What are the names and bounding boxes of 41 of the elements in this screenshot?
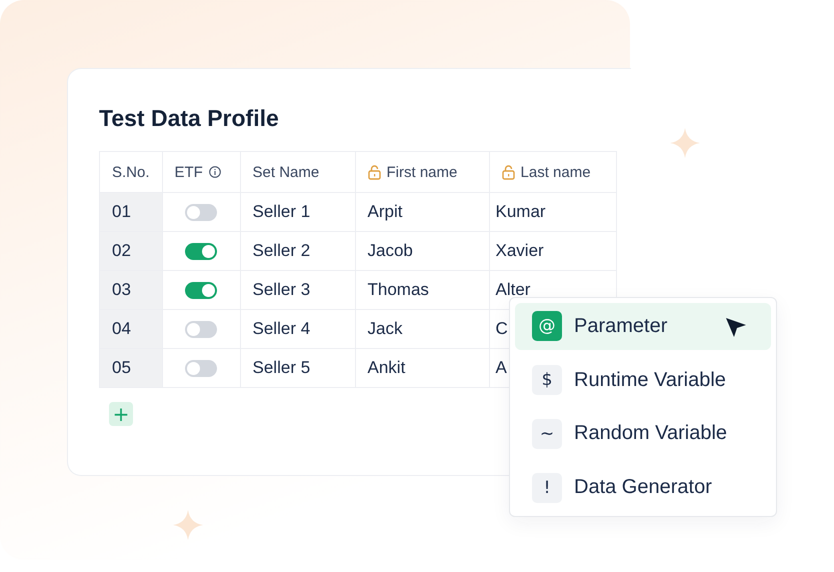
info-icon[interactable] — [208, 166, 221, 178]
row-number: 04 — [100, 310, 162, 348]
column-header: Set Name — [252, 164, 320, 180]
toggle-switch[interactable] — [184, 360, 217, 376]
row-number: 02 — [100, 232, 162, 270]
table-cell: Arpit — [355, 192, 490, 232]
menu-item[interactable]: ~ Random Variable — [515, 410, 771, 458]
column-header: Last name — [520, 164, 591, 180]
symbol-icon: @ — [532, 311, 562, 342]
cursor-icon — [725, 316, 747, 338]
menu-item[interactable]: @ Parameter — [515, 303, 771, 350]
symbol-icon: ~ — [532, 418, 562, 449]
table-cell: Seller 5 — [240, 348, 356, 388]
column-header: ETF — [174, 164, 203, 180]
row-number: 05 — [100, 348, 162, 388]
menu-item[interactable]: ! Data Generator — [515, 464, 771, 511]
toggle-switch[interactable] — [184, 242, 217, 260]
table-cell: Kumar — [489, 192, 616, 232]
table-cell: Jack — [355, 310, 490, 348]
toggle-switch[interactable] — [184, 282, 217, 298]
table-cell: Jacob — [355, 232, 490, 270]
column-header: First name — [386, 164, 458, 180]
table-cell: Seller 2 — [240, 232, 356, 270]
page-title: Test Data Profile — [99, 104, 280, 133]
row-number: 03 — [100, 270, 162, 310]
column-header: S.No. — [112, 164, 150, 180]
table-cell: Thomas — [355, 270, 490, 310]
row-number: 01 — [100, 192, 162, 232]
lock-icon — [368, 164, 381, 180]
table-cell: Xavier — [489, 232, 616, 270]
table-cell: Seller 4 — [240, 310, 356, 348]
lock-icon — [502, 164, 515, 180]
table-cell: Seller 1 — [240, 192, 356, 232]
symbol-icon: ! — [532, 472, 562, 503]
sparkle-icon — [173, 510, 203, 540]
table-cell: Seller 3 — [240, 270, 356, 310]
sparkle-icon — [670, 128, 700, 158]
table-cell: Ankit — [355, 348, 490, 388]
symbol-icon: $ — [532, 365, 562, 396]
toggle-switch[interactable] — [184, 320, 217, 338]
toggle-switch[interactable] — [184, 204, 217, 220]
